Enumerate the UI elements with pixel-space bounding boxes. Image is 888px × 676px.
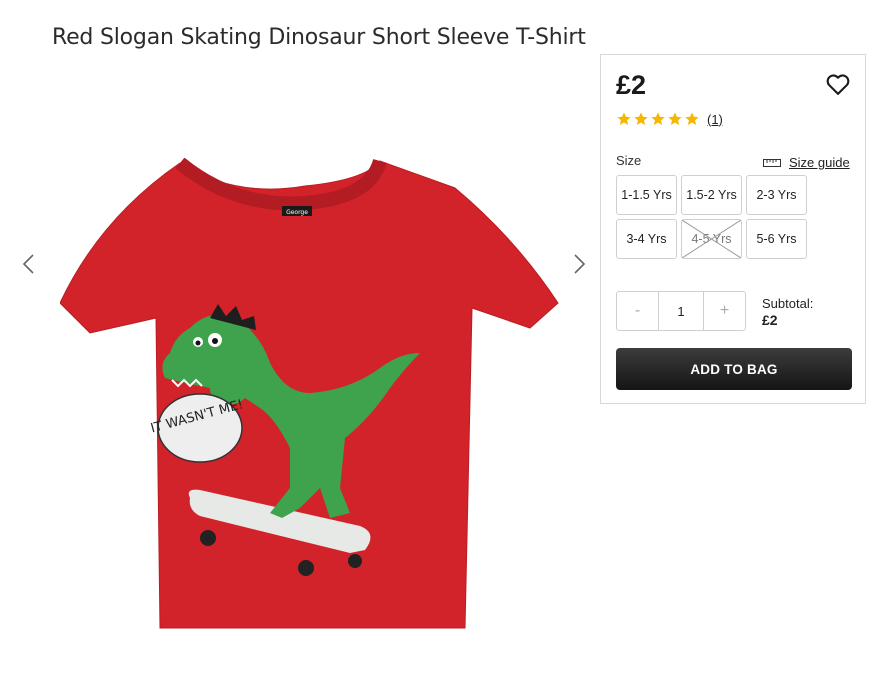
star-icon [634, 112, 648, 125]
size-options: 1-1.5 Yrs 1.5-2 Yrs 2-3 Yrs 3-4 Yrs 4-5 Yrs 5… [616, 175, 807, 259]
add-to-bag-button[interactable]: ADD TO BAG [616, 348, 852, 390]
star-icon [617, 112, 631, 125]
size-option[interactable]: 3-4 Yrs [616, 219, 677, 259]
previous-image-arrow-icon[interactable] [18, 252, 42, 276]
next-image-arrow-icon[interactable] [566, 252, 590, 276]
star-icon [668, 112, 682, 125]
rating-stars: (1) [616, 111, 723, 127]
quantity-increase-button[interactable]: + [704, 292, 745, 330]
size-option[interactable]: 1.5-2 Yrs [681, 175, 742, 215]
size-option[interactable]: 5-6 Yrs [746, 219, 807, 259]
size-option[interactable]: 4-5 Yrs [681, 219, 742, 259]
star-icon [685, 112, 699, 125]
subtotal: Subtotal: £2 [762, 295, 813, 329]
ruler-icon [763, 158, 781, 167]
size-option-label: 1-1.5 Yrs [621, 188, 672, 202]
brand-tag-text: George [286, 209, 308, 216]
quantity-stepper: - + [616, 291, 746, 331]
quantity-decrease-button[interactable]: - [617, 292, 658, 330]
product-price: £2 [616, 70, 647, 100]
product-title: Red Slogan Skating Dinosaur Short Sleeve… [52, 24, 586, 50]
size-option-label: 2-3 Yrs [756, 188, 797, 202]
star-icon [651, 112, 665, 125]
size-option-label: 5-6 Yrs [756, 232, 797, 246]
unavailable-cross [682, 220, 741, 258]
size-guide-link[interactable]: Size guide [763, 155, 850, 170]
purchase-panel: £2 (1) Size Size guide 1-1.5 Yrs 1.5-2 Yr… [600, 54, 866, 404]
wishlist-heart-icon[interactable] [824, 70, 852, 98]
review-count-link[interactable]: (1) [707, 112, 723, 127]
subtotal-label: Subtotal: [762, 296, 814, 311]
size-option[interactable]: 1-1.5 Yrs [616, 175, 677, 215]
subtotal-value: £2 [762, 312, 778, 328]
size-option[interactable]: 2-3 Yrs [746, 175, 807, 215]
product-image: George IT WASN'T ME! [60, 158, 559, 629]
size-option-label: 1.5-2 Yrs [686, 188, 737, 202]
size-guide-label: Size guide [789, 155, 850, 170]
size-option-label: 3-4 Yrs [626, 232, 667, 246]
quantity-input[interactable] [658, 292, 704, 330]
size-label: Size [616, 153, 642, 168]
